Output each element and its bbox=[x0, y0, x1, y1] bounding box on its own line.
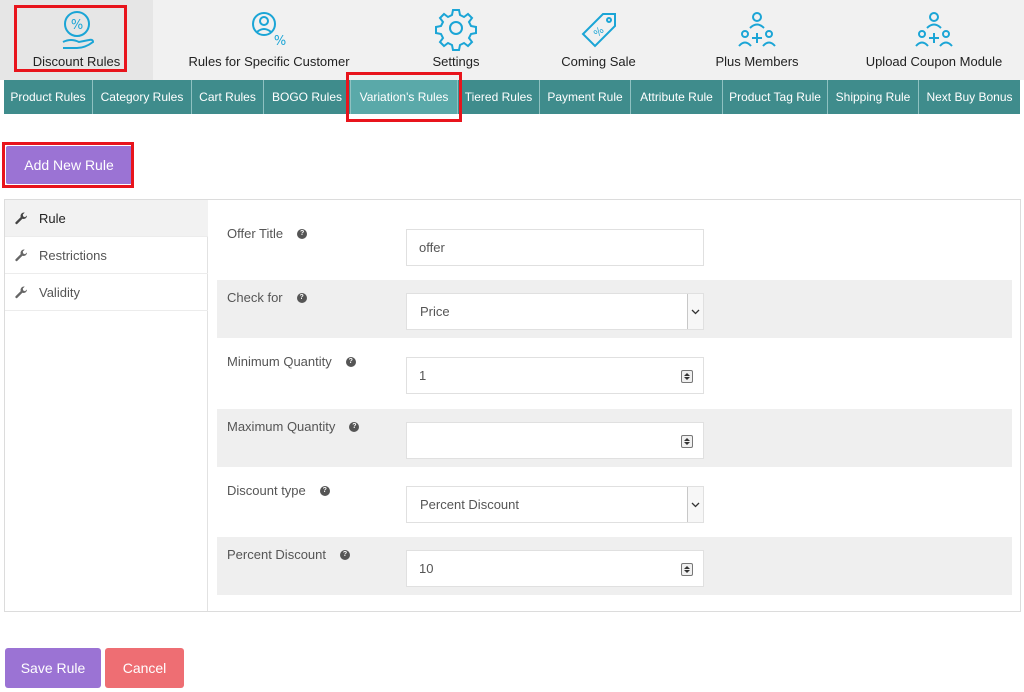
max-qty-label: Maximum Quantity ? bbox=[227, 419, 360, 434]
help-icon[interactable]: ? bbox=[349, 421, 360, 432]
percent-discount-label: Percent Discount ? bbox=[227, 547, 350, 562]
discount-type-select[interactable]: Percent Discount bbox=[406, 486, 704, 523]
nav-discount-rules[interactable]: % Discount Rules bbox=[0, 0, 153, 80]
rule-panel: Rule Restrictions Validity Offer Title ?… bbox=[4, 199, 1021, 612]
tab-shipping-rule[interactable]: Shipping Rule bbox=[828, 80, 919, 114]
gear-icon bbox=[435, 9, 477, 51]
percent-discount-label-text: Percent Discount bbox=[227, 547, 326, 562]
price-tag-icon: % bbox=[581, 13, 616, 48]
wrench-icon bbox=[15, 212, 29, 225]
nav-label-upload-coupon: Upload Coupon Module bbox=[865, 54, 1003, 69]
percent-hand-icon: % bbox=[62, 11, 94, 49]
offer-title-label-text: Offer Title bbox=[227, 226, 284, 241]
svg-text:%: % bbox=[274, 34, 286, 49]
top-nav: % Discount Rules % Rules for Specific Cu… bbox=[0, 0, 1024, 80]
min-qty-label: Minimum Quantity ? bbox=[227, 354, 356, 369]
nav-label-coming-sale: Coming Sale bbox=[561, 54, 636, 69]
help-icon[interactable]: ? bbox=[340, 549, 350, 560]
percent-discount-input[interactable]: 10 bbox=[406, 550, 704, 587]
row-offer-title: Offer Title ? offer bbox=[217, 216, 1012, 274]
rules-tab-bar: Product Rules Category Rules Cart Rules … bbox=[4, 80, 1020, 114]
save-rule-button[interactable]: Save Rule bbox=[5, 648, 101, 688]
number-spinner-icon[interactable] bbox=[681, 370, 693, 383]
chevron-down-icon[interactable] bbox=[687, 487, 703, 522]
offer-title-input[interactable]: offer bbox=[406, 229, 704, 266]
discount-type-value: Percent Discount bbox=[420, 497, 519, 512]
tab-next-buy-bonus[interactable]: Next Buy Bonus bbox=[919, 80, 1020, 114]
members-upload-icon bbox=[915, 12, 953, 47]
help-icon[interactable]: ? bbox=[319, 485, 330, 496]
customer-percent-icon: % bbox=[252, 12, 286, 49]
sidebar-label-validity: Validity bbox=[39, 284, 80, 300]
nav-upload-coupon[interactable]: Upload Coupon Module bbox=[844, 0, 1024, 80]
row-check-for: Check for ? Price bbox=[217, 280, 1012, 338]
percent-discount-value: 10 bbox=[419, 561, 434, 576]
max-qty-label-text: Maximum Quantity bbox=[227, 419, 336, 434]
nav-specific-customer[interactable]: % Rules for Specific Customer bbox=[153, 0, 385, 80]
tab-bogo-rules[interactable]: BOGO Rules bbox=[264, 80, 351, 114]
cancel-button[interactable]: Cancel bbox=[105, 648, 184, 688]
row-percent-discount: Percent Discount ? 10 bbox=[217, 537, 1012, 595]
nav-label-settings: Settings bbox=[432, 54, 480, 69]
min-qty-input[interactable]: 1 bbox=[406, 357, 704, 394]
tab-tiered-rules[interactable]: Tiered Rules bbox=[458, 80, 540, 114]
number-spinner-icon[interactable] bbox=[681, 435, 693, 448]
help-icon[interactable]: ? bbox=[296, 292, 307, 303]
nav-label-plus-members: Plus Members bbox=[715, 54, 799, 69]
min-qty-value: 1 bbox=[419, 368, 427, 383]
row-min-qty: Minimum Quantity ? 1 bbox=[217, 344, 1012, 402]
tab-payment-rule[interactable]: Payment Rule bbox=[540, 80, 631, 114]
tab-category-rules[interactable]: Category Rules bbox=[93, 80, 192, 114]
nav-label-discount-rules: Discount Rules bbox=[32, 54, 121, 69]
members-plus-icon bbox=[738, 12, 776, 47]
check-for-select[interactable]: Price bbox=[406, 293, 704, 330]
help-icon[interactable]: ? bbox=[345, 356, 356, 367]
check-for-label: Check for ? bbox=[227, 290, 307, 305]
row-max-qty: Maximum Quantity ? bbox=[217, 409, 1012, 467]
discount-type-label-text: Discount type bbox=[227, 483, 306, 498]
max-qty-input[interactable] bbox=[406, 422, 704, 459]
row-discount-type: Discount type ? Percent Discount bbox=[217, 473, 1012, 531]
offer-title-value: offer bbox=[419, 240, 445, 255]
check-for-value: Price bbox=[420, 304, 450, 319]
wrench-icon bbox=[15, 286, 29, 299]
rule-sidebar: Rule Restrictions Validity bbox=[5, 200, 208, 611]
offer-title-label: Offer Title ? bbox=[227, 226, 308, 241]
tab-product-rules[interactable]: Product Rules bbox=[4, 80, 93, 114]
chevron-down-icon[interactable] bbox=[687, 294, 703, 329]
sidebar-item-restrictions[interactable]: Restrictions bbox=[5, 237, 208, 274]
nav-plus-members[interactable]: Plus Members bbox=[670, 0, 844, 80]
tab-variations-rules[interactable]: Variation's Rules bbox=[351, 80, 458, 114]
tab-attribute-rule[interactable]: Attribute Rule bbox=[631, 80, 723, 114]
tab-product-tag-rule[interactable]: Product Tag Rule bbox=[723, 80, 828, 114]
sidebar-label-restrictions: Restrictions bbox=[39, 247, 107, 263]
sidebar-label-rule: Rule bbox=[39, 210, 66, 226]
wrench-icon bbox=[15, 249, 29, 262]
svg-text:%: % bbox=[70, 18, 82, 33]
sidebar-item-validity[interactable]: Validity bbox=[5, 274, 208, 311]
tab-cart-rules[interactable]: Cart Rules bbox=[192, 80, 264, 114]
discount-type-label: Discount type ? bbox=[227, 483, 330, 498]
nav-coming-sale[interactable]: % Coming Sale bbox=[527, 0, 670, 80]
check-for-label-text: Check for bbox=[227, 290, 283, 305]
sidebar-item-rule[interactable]: Rule bbox=[5, 200, 208, 237]
add-new-rule-button[interactable]: Add New Rule bbox=[6, 146, 132, 184]
number-spinner-icon[interactable] bbox=[681, 563, 693, 576]
nav-settings[interactable]: Settings bbox=[385, 0, 527, 80]
min-qty-label-text: Minimum Quantity bbox=[227, 354, 332, 369]
nav-label-specific-customer: Rules for Specific Customer bbox=[188, 54, 350, 69]
help-icon[interactable]: ? bbox=[297, 228, 308, 239]
